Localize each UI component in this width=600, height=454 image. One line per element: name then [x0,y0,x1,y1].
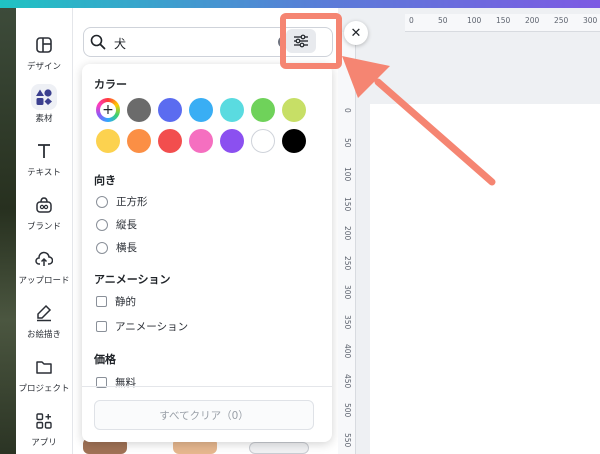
color-swatch[interactable] [251,98,275,122]
radio-button[interactable] [96,195,108,208]
design-page[interactable] [370,104,600,454]
ruler-tick-label: 100 [467,16,482,25]
search-icon [90,34,106,54]
design-layout-icon [31,32,57,58]
ruler-tick-label: 150 [343,196,352,211]
color-section-title: カラー [94,78,127,91]
radio-button[interactable] [96,241,108,254]
orientation-option-square[interactable]: 正方形 [96,194,148,209]
color-swatch[interactable] [282,98,306,122]
sidebar-item-brand[interactable]: ブランド [16,190,72,240]
draw-pen-icon [31,300,57,326]
ruler-tick-label: 250 [554,16,569,25]
ruler-tick-label: 200 [343,226,352,241]
sidebar-item-label: 素材 [35,114,53,124]
result-thumbnail[interactable] [249,442,309,454]
ruler-tick-label: 400 [343,344,352,359]
color-swatch[interactable] [220,98,244,122]
orientation-section-title: 向き [94,174,116,187]
text-icon [31,138,57,164]
radio-button[interactable] [96,218,108,231]
sidebar-item-label: ブランド [26,222,61,232]
folder-icon [31,354,57,380]
ruler-tick-label: 150 [496,16,511,25]
sidebar-item-apps[interactable]: アプリ [16,406,72,454]
orientation-option-portrait[interactable]: 縦長 [96,217,137,232]
brand-icon [31,192,57,218]
color-swatch[interactable] [127,98,151,122]
animation-section-title: アニメーション [94,273,171,286]
animation-option-animated[interactable]: アニメーション [96,319,188,334]
divider [82,386,332,387]
clear-all-button[interactable]: すべてクリア（0） [94,400,314,430]
sidebar-item-label: アップロード [18,276,70,286]
sidebar-item-upload[interactable]: アップロード [16,244,72,294]
background-photo-edge [0,8,16,454]
sidebar-item-label: プロジェクト [18,384,70,394]
ruler-left: 0 50 100 150 200 250 300 350 400 450 500 550 [338,32,356,454]
color-swatch[interactable] [127,129,151,153]
ruler-tick-label: 450 [343,373,352,388]
ruler-tick-label: 100 [343,167,352,182]
option-label: アニメーション [115,321,189,333]
ruler-tick-label: 300 [583,16,598,25]
animation-option-static[interactable]: 静的 [96,294,136,309]
filter-popover: カラー + 向き 正方形 縦長 横長 アニメーション 静的 アニメーション 価格… [82,64,332,442]
color-swatch[interactable] [158,98,182,122]
price-section-title: 価格 [94,353,116,366]
ruler-tick-label: 0 [343,108,352,113]
ruler-tick-label: 0 [409,16,414,25]
custom-color-button[interactable]: + [96,98,120,122]
sidebar-item-text[interactable]: テキスト [16,136,72,186]
sidebar-item-draw[interactable]: お絵描き [16,298,72,348]
color-swatch[interactable] [189,98,213,122]
ruler-tick-label: 500 [343,403,352,418]
sidebar-item-label: テキスト [27,168,61,178]
color-swatch[interactable] [96,129,120,153]
color-swatch[interactable] [282,129,306,153]
color-swatch[interactable] [158,129,182,153]
sidebar-item-label: アプリ [31,438,57,448]
checkbox[interactable] [96,321,107,332]
top-brand-bar [0,0,600,8]
sidebar-item-design[interactable]: デザイン [16,30,72,80]
option-label: 横長 [116,242,137,254]
sidebar-item-projects[interactable]: プロジェクト [16,352,72,402]
elements-icon [31,84,57,110]
sidebar-item-label: デザイン [26,62,61,72]
orientation-option-landscape[interactable]: 横長 [96,240,137,255]
sidebar-item-label: お絵描き [26,330,61,340]
price-option-free[interactable]: 無料 [96,375,136,390]
search-query: 犬 [114,37,127,51]
option-label: 正方形 [116,196,148,208]
option-label: 静的 [115,296,136,308]
ruler-tick-label: 200 [525,16,540,25]
apps-grid-icon [31,408,57,434]
color-swatch[interactable] [251,129,275,153]
highlight-callout [280,13,342,69]
left-sidebar: デザイン 素材 テキスト ブランド アップロード お絵描き プロジェクト アプリ [16,8,72,454]
ruler-tick-label: 250 [343,255,352,270]
ruler-tick-label: 50 [438,16,448,25]
option-label: 縦長 [116,219,137,231]
close-button[interactable]: ✕ [344,21,368,45]
color-swatch[interactable] [189,129,213,153]
sidebar-item-elements[interactable]: 素材 [16,82,72,132]
ruler-tick-label: 50 [343,137,352,148]
ruler-top: 0 50 100 150 200 250 300 [405,14,600,32]
upload-cloud-icon [31,246,57,272]
color-swatch[interactable] [220,129,244,153]
ruler-tick-label: 550 [343,432,352,447]
ruler-tick-label: 300 [343,285,352,300]
close-icon: ✕ [350,25,362,41]
option-label: 無料 [115,377,136,389]
ruler-tick-label: 350 [343,314,352,329]
checkbox[interactable] [96,296,107,307]
plus-icon: + [100,102,116,118]
